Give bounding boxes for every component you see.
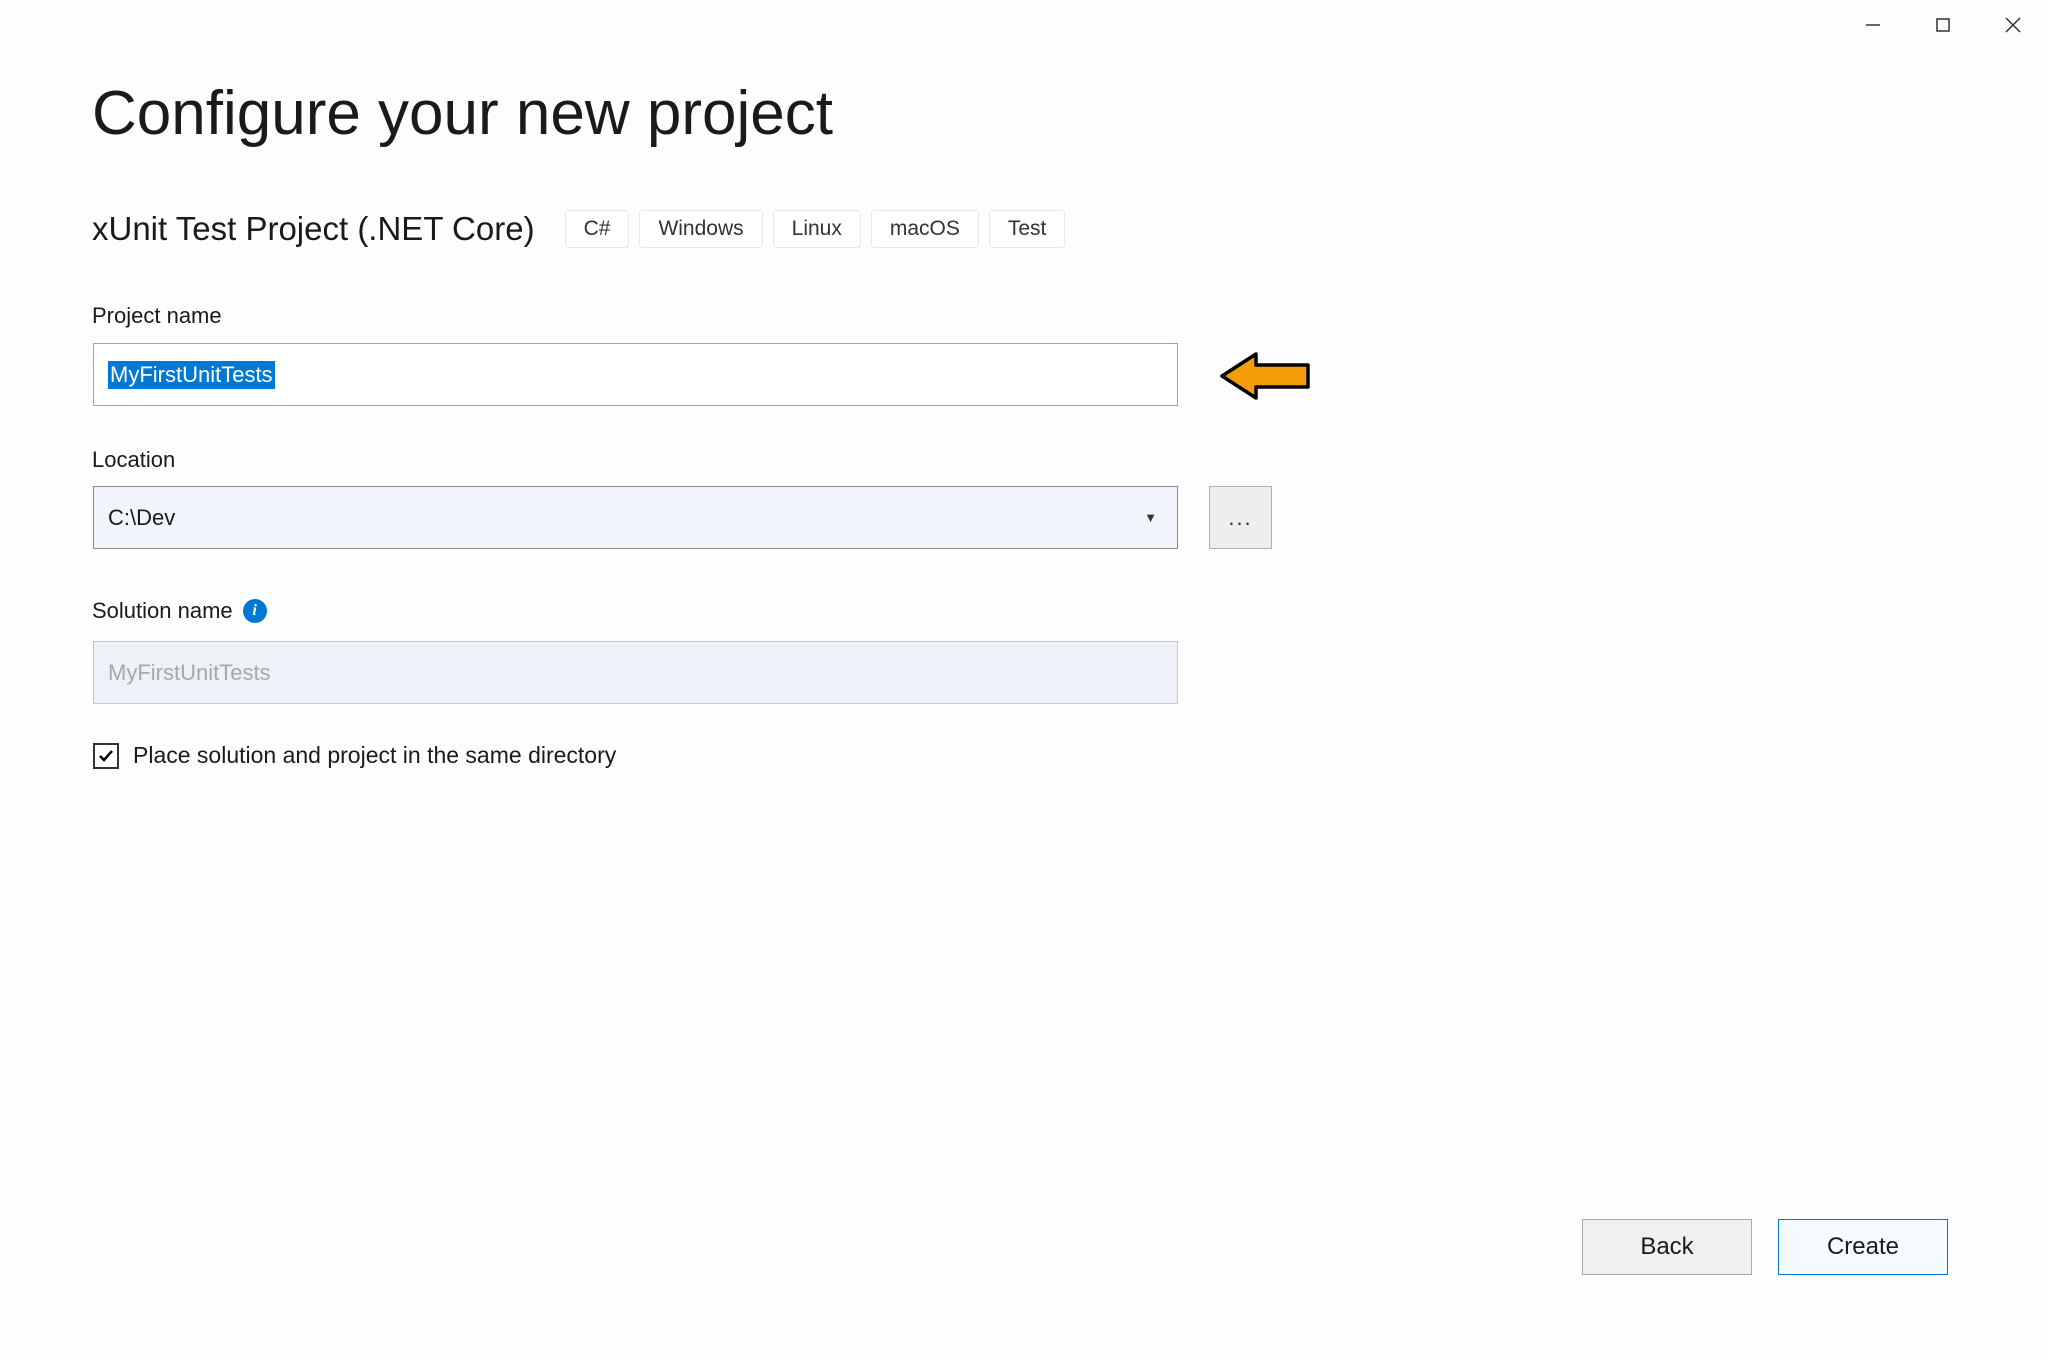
location-label: Location	[92, 447, 175, 473]
page-title: Configure your new project	[92, 78, 833, 149]
create-button-label: Create	[1827, 1233, 1899, 1261]
browse-button[interactable]: ...	[1209, 486, 1272, 549]
tag: Linux	[773, 210, 861, 248]
window-controls	[1838, 0, 2048, 50]
location-value: C:\Dev	[108, 505, 175, 531]
solution-name-input: MyFirstUnitTests	[93, 641, 1178, 704]
close-button[interactable]	[1978, 0, 2048, 50]
same-directory-checkbox[interactable]	[93, 743, 119, 769]
minimize-button[interactable]	[1838, 0, 1908, 50]
project-name-value: MyFirstUnitTests	[108, 361, 275, 389]
same-directory-row: Place solution and project in the same d…	[93, 742, 616, 769]
minimize-icon	[1865, 17, 1881, 33]
project-name-input[interactable]: MyFirstUnitTests	[93, 343, 1178, 406]
solution-name-label-text: Solution name	[92, 598, 233, 624]
footer-buttons: Back Create	[1582, 1219, 1948, 1275]
create-button[interactable]: Create	[1778, 1219, 1948, 1275]
project-name-label: Project name	[92, 303, 222, 329]
back-button[interactable]: Back	[1582, 1219, 1752, 1275]
solution-name-placeholder: MyFirstUnitTests	[108, 660, 271, 686]
maximize-icon	[1935, 17, 1951, 33]
info-icon[interactable]: i	[243, 599, 267, 623]
template-row: xUnit Test Project (.NET Core) C# Window…	[92, 210, 1065, 248]
close-icon	[2004, 16, 2022, 34]
tag: C#	[565, 210, 630, 248]
location-input[interactable]: C:\Dev ▼	[93, 486, 1178, 549]
tag: Windows	[639, 210, 762, 248]
back-button-label: Back	[1640, 1233, 1693, 1261]
tag: Test	[989, 210, 1066, 248]
maximize-button[interactable]	[1908, 0, 1978, 50]
solution-name-label: Solution name i	[92, 598, 267, 624]
checkmark-icon	[97, 747, 115, 765]
template-tags: C# Windows Linux macOS Test	[565, 210, 1066, 248]
template-name: xUnit Test Project (.NET Core)	[92, 210, 535, 248]
chevron-down-icon: ▼	[1144, 510, 1157, 525]
arrow-annotation-icon	[1218, 350, 1313, 407]
tag: macOS	[871, 210, 979, 248]
browse-label: ...	[1228, 505, 1252, 531]
same-directory-label: Place solution and project in the same d…	[133, 742, 616, 769]
